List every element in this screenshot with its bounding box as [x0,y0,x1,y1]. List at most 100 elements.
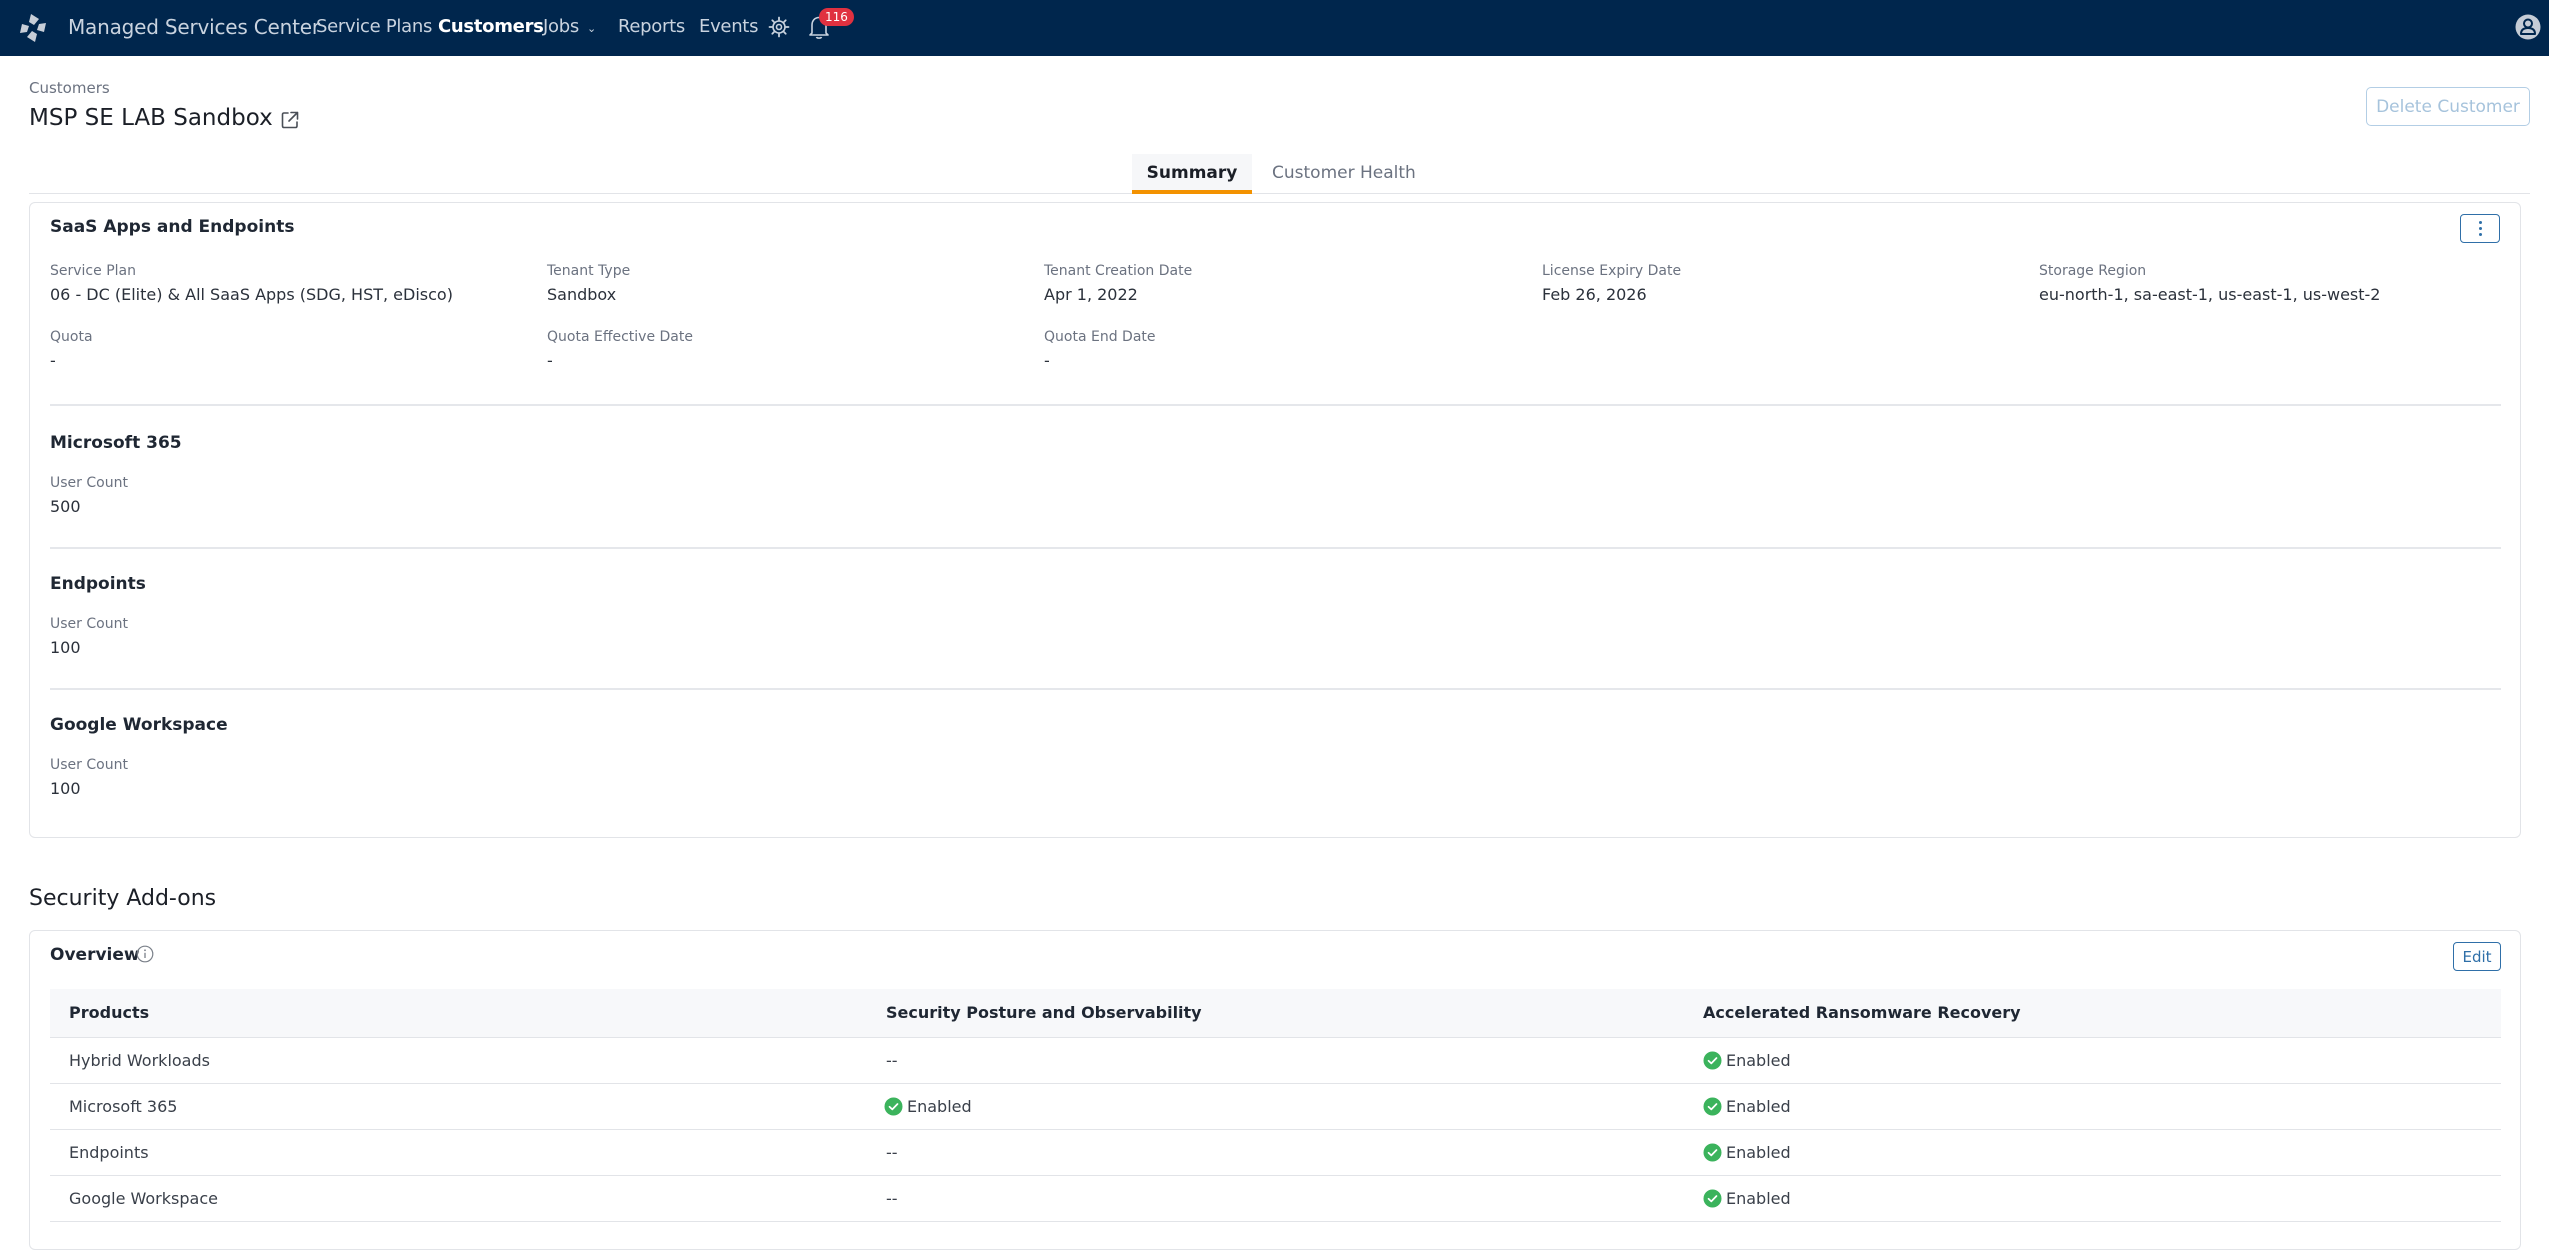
status-text: Enabled [1726,1051,1791,1070]
table-row: Google Workspace -- Enabled [50,1176,2501,1222]
external-link-icon[interactable] [280,110,300,130]
delete-customer-button[interactable]: Delete Customer [2366,87,2530,126]
field-value: Apr 1, 2022 [1044,285,1138,304]
field-label: License Expiry Date [1542,263,1682,279]
field-label: User Count [50,475,128,491]
cell-ransomware-recovery: Enabled [1703,1189,1791,1208]
field-google-user-count: User Count 100 [50,757,128,798]
chevron-down-icon: ⌄ [586,22,596,35]
cell-security-posture: -- [886,1143,898,1162]
cell-security-posture: -- [886,1051,898,1070]
field-tenant-creation-date: Tenant Creation Date Apr 1, 2022 [1044,263,1192,304]
check-circle-icon [1703,1097,1722,1116]
cell-product: Endpoints [69,1143,149,1162]
field-quota-end-date: Quota End Date - [1044,329,1156,370]
status-text: -- [886,1189,898,1208]
more-options-button[interactable] [2460,214,2500,243]
table-row: Microsoft 365 Enabled Enabled [50,1084,2501,1130]
app-title[interactable]: Managed Services Center [68,15,320,39]
field-label: Quota [50,329,93,345]
divider [50,547,2501,549]
field-value: - [50,351,56,370]
nav-jobs[interactable]: Jobs ⌄ [543,16,596,37]
field-value: 06 - DC (Elite) & All SaaS Apps (SDG, HS… [50,285,453,304]
nav-customers[interactable]: Customers [438,16,544,37]
check-circle-icon [884,1097,903,1116]
saas-apps-card: SaaS Apps and Endpoints Service Plan 06 … [29,202,2521,838]
field-value: 500 [50,497,81,516]
divider [50,688,2501,690]
field-label: User Count [50,757,128,773]
product-name: Google Workspace [69,1189,218,1208]
edit-button[interactable]: Edit [2453,942,2501,971]
field-label: Tenant Creation Date [1044,263,1193,279]
field-endpoints-user-count: User Count 100 [50,616,128,657]
group-title-microsoft-365: Microsoft 365 [50,433,182,453]
field-label: Tenant Type [547,263,631,279]
cell-security-posture: -- [886,1189,898,1208]
kebab-dot [2478,233,2482,236]
status-text: Enabled [1726,1189,1791,1208]
group-title-google-workspace: Google Workspace [50,715,228,735]
divider [50,404,2501,406]
status-text: -- [886,1051,898,1070]
cell-product: Microsoft 365 [69,1097,177,1116]
column-header-products[interactable]: Products [69,1003,149,1022]
field-value: - [1044,351,1050,370]
cell-product: Hybrid Workloads [69,1051,210,1070]
column-header-ransomware-recovery[interactable]: Accelerated Ransomware Recovery [1703,1003,2021,1022]
field-quota-effective-date: Quota Effective Date - [547,329,693,370]
user-icon[interactable] [2515,14,2541,40]
page-title: MSP SE LAB Sandbox [29,105,273,131]
field-label: User Count [50,616,128,632]
notification-badge[interactable]: 116 [819,8,854,26]
table-row: Hybrid Workloads -- Enabled [50,1038,2501,1084]
status-text: -- [886,1143,898,1162]
card-title-overview: Overview [50,945,140,965]
field-value: - [547,351,553,370]
nav-service-plans[interactable]: Service Plans [316,16,432,37]
tab-summary[interactable]: Summary [1132,154,1252,194]
field-value: eu-north-1, sa-east-1, us-east-1, us-wes… [2039,285,2381,304]
top-navigation-bar: Managed Services Center Service Plans Cu… [0,0,2549,56]
cell-ransomware-recovery: Enabled [1703,1097,1791,1116]
product-name: Microsoft 365 [69,1097,178,1116]
field-value: 100 [50,779,81,798]
product-name: Endpoints [69,1143,149,1162]
card-title: SaaS Apps and Endpoints [50,217,295,237]
tab-bar: Summary Customer Health [29,154,2530,194]
field-quota: Quota - [50,329,93,370]
cell-ransomware-recovery: Enabled [1703,1143,1791,1162]
cell-ransomware-recovery: Enabled [1703,1051,1791,1070]
security-overview-card: Overview Edit Products Security Posture … [29,930,2521,1250]
group-title-endpoints: Endpoints [50,574,146,594]
info-icon[interactable] [136,945,154,963]
field-tenant-type: Tenant Type Sandbox [547,263,630,304]
product-name: Hybrid Workloads [69,1051,210,1070]
nav-jobs-label: Jobs [543,16,579,37]
gear-icon[interactable] [768,16,790,38]
breadcrumb[interactable]: Customers [29,79,110,97]
tab-customer-health[interactable]: Customer Health [1272,154,1416,194]
table-row: Endpoints -- Enabled [50,1130,2501,1176]
check-circle-icon [1703,1143,1722,1162]
nav-reports[interactable]: Reports [618,16,685,37]
status-text: Enabled [1726,1143,1791,1162]
nav-events[interactable]: Events [699,16,758,37]
kebab-dot [2478,227,2482,230]
status-text: Enabled [907,1097,972,1116]
field-license-expiry-date: License Expiry Date Feb 26, 2026 [1542,263,1681,304]
field-value: Feb 26, 2026 [1542,285,1647,304]
section-title-security-addons: Security Add-ons [29,886,217,911]
cell-security-posture: Enabled [884,1097,972,1116]
logo-icon[interactable] [17,13,49,43]
column-header-security-posture[interactable]: Security Posture and Observability [886,1003,1202,1022]
check-circle-icon [1703,1189,1722,1208]
field-service-plan: Service Plan 06 - DC (Elite) & All SaaS … [50,263,453,304]
cell-product: Google Workspace [69,1189,218,1208]
status-text: Enabled [1726,1097,1791,1116]
field-label: Quota End Date [1044,329,1156,345]
field-label: Quota Effective Date [547,329,693,345]
field-m365-user-count: User Count 500 [50,475,128,516]
kebab-dot [2478,221,2482,224]
